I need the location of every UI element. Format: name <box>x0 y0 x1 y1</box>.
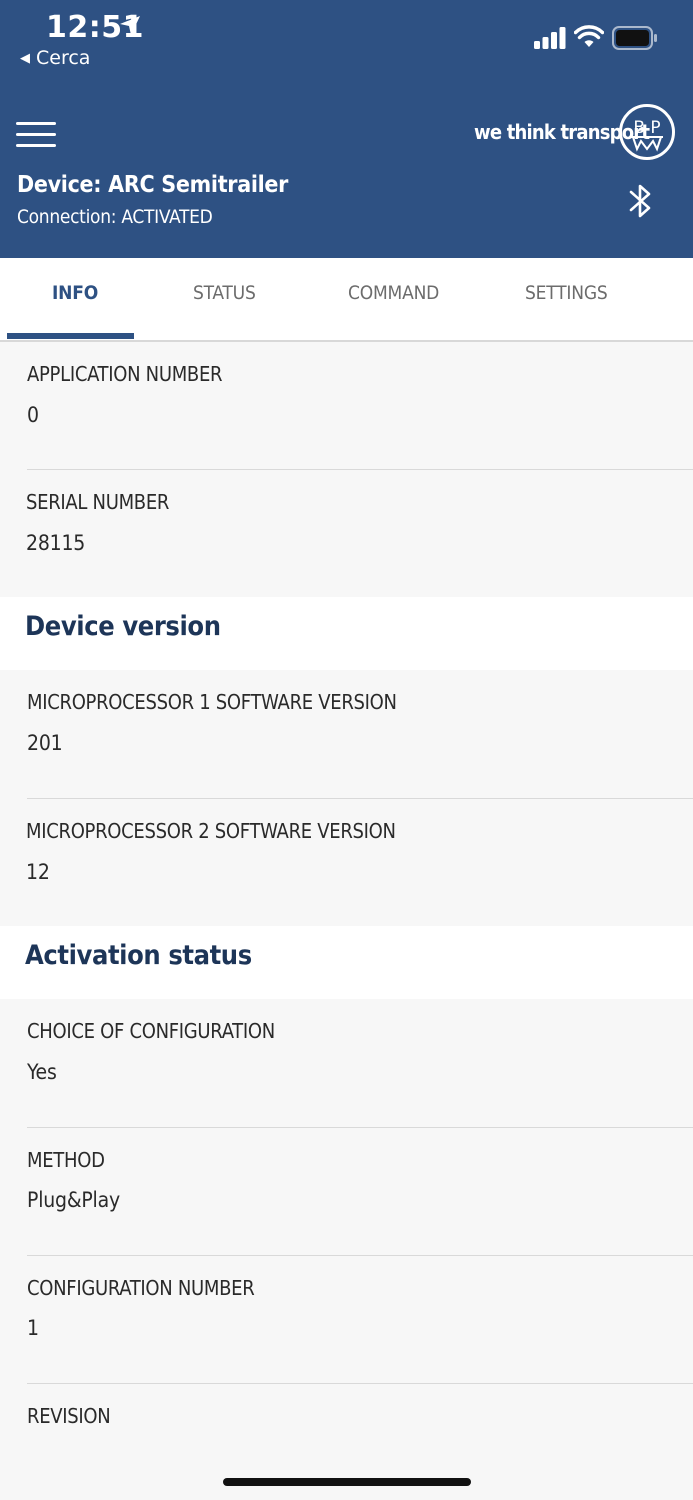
battery-icon <box>612 26 657 50</box>
device-version-section: Device version <box>0 597 693 670</box>
active-tab-indicator <box>7 333 134 339</box>
micro2-version-value: 12 <box>26 860 50 884</box>
choice-of-configuration-label: CHOICE OF CONFIGURATION <box>27 1019 275 1043</box>
micro2-version-row: MICROPROCESSOR 2 SOFTWARE VERSION 12 <box>0 799 693 926</box>
connection-label: Connection: ACTIVATED <box>17 206 213 228</box>
device-version-title: Device version <box>25 611 221 642</box>
serial-number-value: 28115 <box>26 531 86 555</box>
micro1-version-value: 201 <box>27 731 63 755</box>
serial-number-label: SERIAL NUMBER <box>26 490 170 514</box>
application-number-value: 0 <box>27 403 39 427</box>
app-header: 12:51 ◀ Cerca we think transport B P Dev… <box>0 0 693 258</box>
serial-number-row: SERIAL NUMBER 28115 <box>0 470 693 597</box>
back-label: Cerca <box>36 47 91 69</box>
configuration-number-label: CONFIGURATION NUMBER <box>27 1276 255 1300</box>
svg-text:B P: B P <box>633 118 660 138</box>
back-to-app-link[interactable]: ◀ Cerca <box>20 47 90 69</box>
micro1-version-row: MICROPROCESSOR 1 SOFTWARE VERSION 201 <box>0 670 693 798</box>
location-arrow-icon <box>120 16 140 35</box>
tab-info[interactable]: INFO <box>52 282 98 304</box>
application-number-label: APPLICATION NUMBER <box>27 362 223 386</box>
micro2-version-label: MICROPROCESSOR 2 SOFTWARE VERSION <box>26 819 396 843</box>
configuration-number-value: 1 <box>27 1316 39 1340</box>
hamburger-menu-button[interactable] <box>16 122 56 150</box>
activation-status-title: Activation status <box>25 940 252 971</box>
cellular-signal-icon <box>534 27 566 49</box>
bluetooth-icon[interactable] <box>626 181 656 221</box>
bpw-logo-icon: B P <box>619 104 675 160</box>
device-label: Device: ARC Semitrailer <box>17 172 289 198</box>
micro1-version-label: MICROPROCESSOR 1 SOFTWARE VERSION <box>27 690 397 714</box>
method-label: METHOD <box>27 1148 105 1172</box>
application-number-row: APPLICATION NUMBER 0 <box>0 342 693 470</box>
tab-bar: INFO STATUS COMMAND SETTINGS <box>0 258 693 342</box>
revision-label: REVISION <box>27 1404 111 1428</box>
tab-status[interactable]: STATUS <box>193 282 256 304</box>
activation-status-section: Activation status <box>0 926 693 999</box>
back-triangle-icon: ◀ <box>20 50 30 66</box>
configuration-number-row: CONFIGURATION NUMBER 1 <box>0 1256 693 1383</box>
choice-of-configuration-row: CHOICE OF CONFIGURATION Yes <box>0 999 693 1127</box>
home-indicator[interactable] <box>223 1478 471 1486</box>
method-row: METHOD Plug&Play <box>0 1128 693 1255</box>
tab-command[interactable]: COMMAND <box>348 282 439 304</box>
method-value: Plug&Play <box>27 1188 120 1212</box>
choice-of-configuration-value: Yes <box>27 1060 57 1084</box>
tab-settings[interactable]: SETTINGS <box>525 282 608 304</box>
wifi-icon <box>574 25 604 47</box>
